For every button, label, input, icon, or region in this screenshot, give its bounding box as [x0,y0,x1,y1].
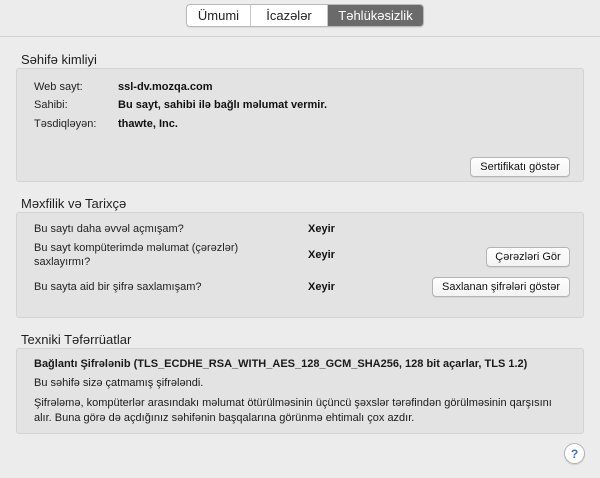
saved-password-value: Xeyir [308,281,335,293]
tab-security[interactable]: Təhlükəsizlik [328,5,423,26]
owner-value: Bu sayt, sahibi ilə bağlı məlumat vermir… [118,99,328,111]
technical-panel: Bağlantı Şifrələnib (TLS_ECDHE_RSA_WITH_… [16,348,584,434]
view-saved-passwords-button[interactable]: Saxlanan şifrələri göstər [432,277,570,297]
website-value: ssl-dv.mozqa.com [118,81,213,93]
connection-encrypted-text: Bağlantı Şifrələnib (TLS_ECDHE_RSA_WITH_… [34,358,528,370]
encryption-description-line2: alır. Buna görə də açdığınız səhifənin b… [34,412,415,424]
saved-password-label: Bu sayta aid bir şifrə saxlamışam? [34,281,202,293]
section-title-privacy: Məxfilik və Tarixçə [21,196,127,211]
view-cookies-button[interactable]: Çərəzləri Gör [486,247,570,267]
identity-panel: Web sayt: ssl-dv.mozqa.com Sahibi: Bu sa… [16,68,584,182]
visited-before-label: Bu saytı daha əvvəl açmışam? [34,223,184,235]
visited-before-value: Xeyir [308,223,335,235]
help-button[interactable]: ? [564,443,585,464]
section-title-identity: Səhifə kimliyi [21,52,97,67]
page-encrypted-text: Bu səhifə sizə çatmamış şifrələndi. [34,377,204,389]
help-icon: ? [570,446,579,461]
header-divider [0,36,600,37]
owner-label: Sahibi: [34,99,68,111]
cookies-label-line1: Bu sayt kompüterimdə məlumat (çərəzlər) [34,242,239,254]
tab-general[interactable]: Ümumi [187,5,251,26]
cookies-label-line2: saxlayırmı? [34,256,91,268]
website-label: Web sayt: [34,81,83,93]
verified-by-value: thawte, Inc. [118,118,178,130]
tab-bar: Ümumi İcazələr Təhlükəsizlik [186,4,424,27]
verified-by-label: Təsdiqləyən: [34,118,97,130]
section-title-technical: Texniki Təfərrüatlar [21,332,132,347]
cookies-value: Xeyir [308,249,335,261]
tab-permissions[interactable]: İcazələr [251,5,328,26]
encryption-description-line1: Şifrələmə, kompüterlər arasındakı məluma… [34,397,552,409]
view-certificate-button[interactable]: Sertifikatı göstər [470,157,570,177]
privacy-panel: Bu saytı daha əvvəl açmışam? Xeyir Bu sa… [16,212,584,318]
